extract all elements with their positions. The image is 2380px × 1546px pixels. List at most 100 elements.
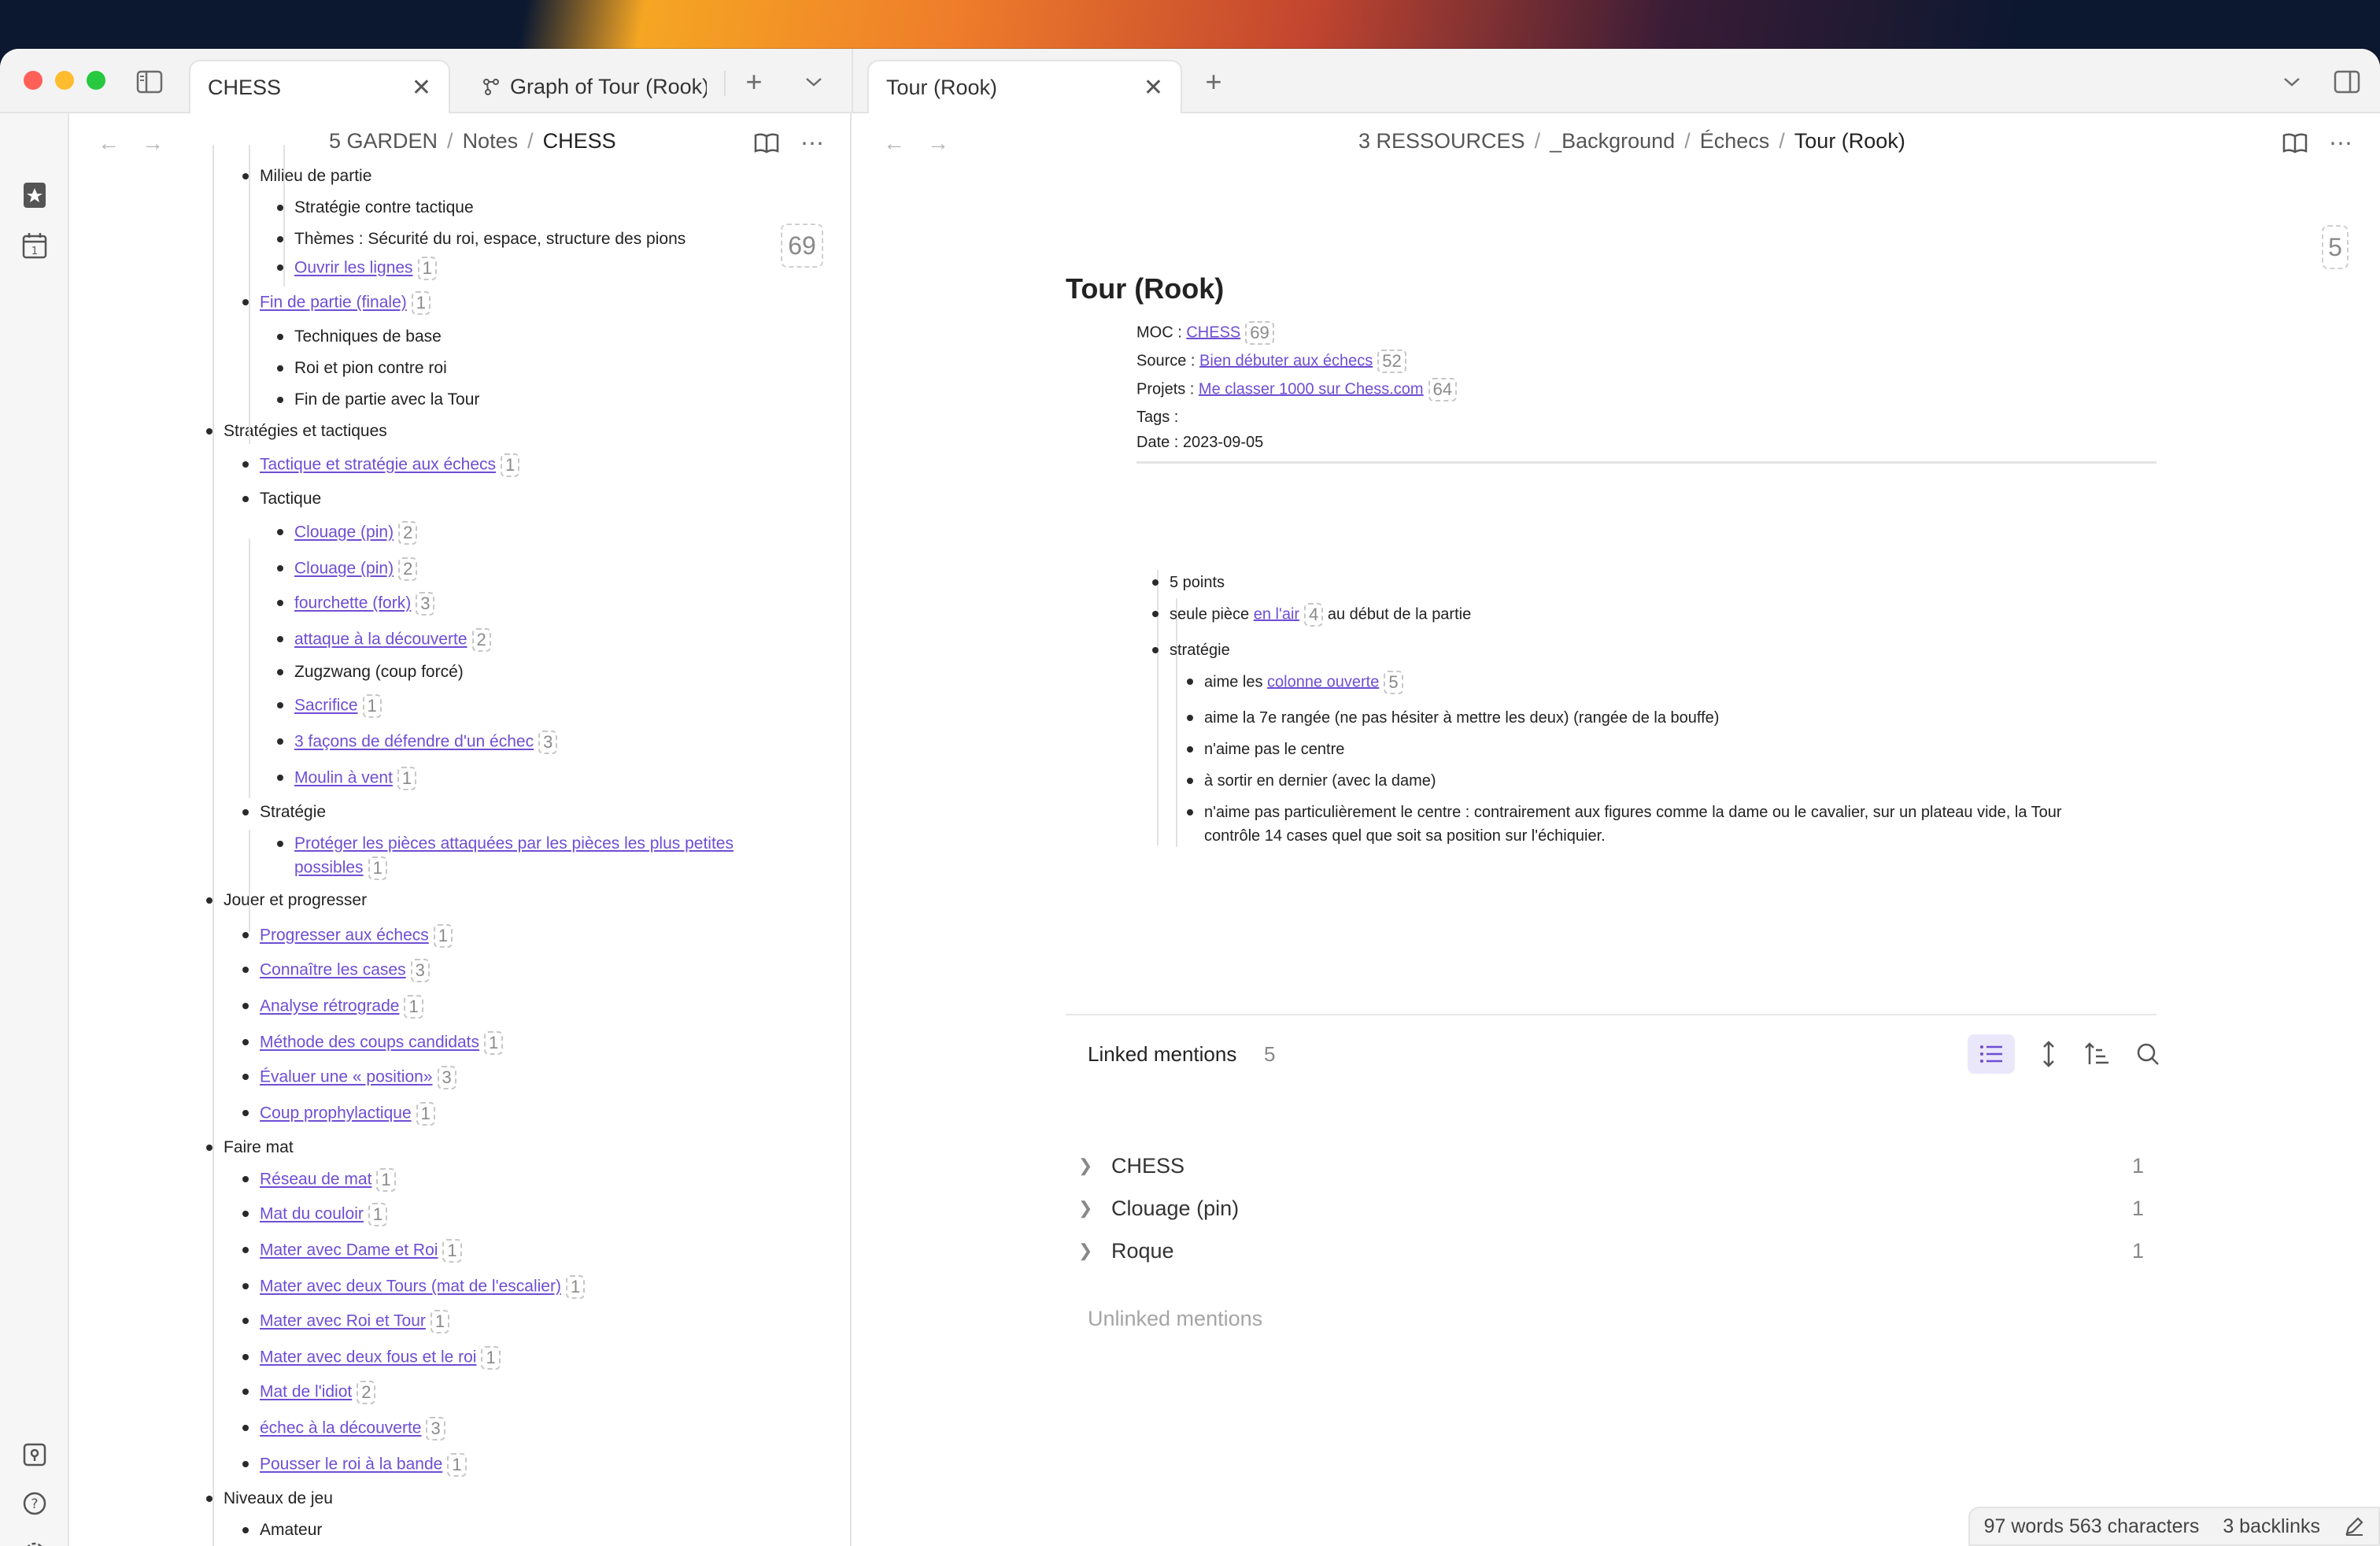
outline-link-item[interactable]: échec à la découverte 3 — [260, 1417, 445, 1441]
outline-link-item[interactable]: Clouage (pin) 2 — [294, 557, 418, 581]
starred-notes-icon[interactable] — [17, 178, 52, 213]
linked-mention-item[interactable]: ❯ Clouage (pin) 1 — [1078, 1196, 2156, 1228]
internal-link[interactable]: 3 façons de défendre d'un échec — [294, 733, 534, 751]
internal-link[interactable]: Mat du couloir — [260, 1205, 364, 1223]
chevron-right-icon[interactable]: ❯ — [1078, 1156, 1092, 1176]
linked-mention-item[interactable]: ❯ Roque 1 — [1078, 1239, 2156, 1270]
outline-link-item[interactable]: Analyse rétrograde 1 — [260, 995, 423, 1019]
chevron-down-icon[interactable] — [2276, 66, 2308, 98]
internal-link[interactable]: Sacrifice — [294, 697, 358, 715]
internal-link[interactable]: Clouage (pin) — [294, 560, 394, 578]
zoom-window-button[interactable] — [87, 71, 105, 90]
internal-link[interactable]: Pousser le roi à la bande — [260, 1455, 442, 1474]
outline-link-item[interactable]: Connaître les cases 3 — [260, 959, 430, 982]
internal-link[interactable]: Fin de partie (finale) — [260, 294, 407, 312]
internal-link[interactable]: Mater avec Roi et Tour — [260, 1312, 426, 1330]
internal-link[interactable]: fourchette (fork) — [294, 594, 411, 612]
linked-mention-item[interactable]: ❯ CHESS 1 — [1078, 1154, 2156, 1185]
internal-link[interactable]: Évaluer une « position» — [260, 1068, 433, 1086]
breadcrumb-item[interactable]: Notes — [463, 129, 519, 153]
internal-link[interactable]: Progresser aux échecs — [260, 926, 429, 945]
collapse-results-list-icon[interactable] — [1968, 1034, 2015, 1074]
chevron-right-icon[interactable]: ❯ — [1078, 1198, 1092, 1219]
source-link[interactable]: Bien débuter aux échecs — [1199, 352, 1373, 369]
colonne-ouverte-link[interactable]: colonne ouverte — [1267, 673, 1379, 690]
outline-link-item[interactable]: Pousser le roi à la bande 1 — [260, 1453, 467, 1477]
tab-chess[interactable]: CHESS ✕ — [189, 60, 450, 113]
more-options-icon[interactable]: ⋯ — [798, 129, 826, 157]
new-tab-icon[interactable]: + — [1198, 65, 1229, 98]
internal-link[interactable]: Tactique et stratégie aux échecs — [260, 456, 496, 474]
internal-link[interactable]: Mater avec Dame et Roi — [260, 1241, 438, 1259]
internal-link[interactable]: possibles — [294, 859, 364, 877]
outline-link-item[interactable]: Réseau de mat 1 — [260, 1168, 396, 1192]
reading-view-icon[interactable] — [752, 129, 781, 157]
chevron-down-icon[interactable] — [798, 66, 830, 98]
breadcrumb-item[interactable]: Tour (Rook) — [1794, 129, 1905, 153]
internal-link[interactable]: échec à la découverte — [260, 1419, 421, 1437]
back-arrow-icon[interactable]: ← — [98, 131, 120, 156]
outline-link-item[interactable]: Méthode des coups candidats 1 — [260, 1031, 504, 1055]
breadcrumb-item[interactable]: Échecs — [1700, 129, 1770, 153]
outline-link-item[interactable]: Sacrifice 1 — [294, 694, 382, 718]
forward-arrow-icon[interactable]: → — [142, 131, 164, 156]
outline-link-item[interactable]: Protéger les pièces attaquées par les pi… — [294, 833, 734, 855]
breadcrumb-item[interactable]: CHESS — [543, 129, 616, 153]
internal-link[interactable]: Ouvrir les lignes — [294, 259, 413, 277]
sidebar-toggle-icon[interactable] — [132, 65, 167, 99]
forward-arrow-icon[interactable]: → — [927, 131, 949, 156]
internal-link[interactable]: Analyse rétrograde — [260, 997, 399, 1015]
tab-tour-rook[interactable]: Tour (Rook) ✕ — [867, 60, 1182, 113]
internal-link[interactable]: Mater avec deux Tours (mat de l'escalier… — [260, 1278, 561, 1296]
right-sidebar-toggle-icon[interactable] — [2330, 65, 2364, 99]
outline-link-item[interactable]: Mat du couloir 1 — [260, 1203, 388, 1226]
outline-link-item[interactable]: Progresser aux échecs 1 — [260, 924, 453, 948]
outline-link-item[interactable]: Mater avec deux Tours (mat de l'escalier… — [260, 1275, 586, 1299]
close-tab-icon[interactable]: ✕ — [1144, 74, 1163, 102]
breadcrumb-item[interactable]: _Background — [1550, 129, 1675, 153]
moc-link[interactable]: CHESS — [1186, 324, 1240, 341]
projets-link[interactable]: Me classer 1000 sur Chess.com — [1199, 380, 1424, 398]
outline-link-item[interactable]: fourchette (fork) 3 — [294, 592, 435, 616]
outline-link-item[interactable]: Mat de l'idiot 2 — [260, 1381, 376, 1404]
outline-link-item[interactable]: Fin de partie (finale) 1 — [260, 291, 431, 315]
new-tab-icon[interactable]: + — [738, 65, 770, 98]
outline-link-item[interactable]: attaque à la découverte 2 — [294, 628, 491, 652]
calendar-icon[interactable]: 1 — [17, 228, 52, 263]
back-arrow-icon[interactable]: ← — [883, 131, 905, 156]
close-tab-icon[interactable]: ✕ — [412, 74, 431, 102]
sort-order-icon[interactable] — [2078, 1034, 2117, 1074]
internal-link[interactable]: Mat de l'idiot — [260, 1383, 352, 1401]
reading-view-icon[interactable] — [2281, 129, 2309, 157]
breadcrumb-item[interactable]: 3 RESSOURCES — [1358, 129, 1525, 153]
breadcrumb-item[interactable]: 5 GARDEN — [329, 129, 438, 153]
settings-gear-icon[interactable] — [17, 1535, 52, 1546]
search-icon[interactable] — [2128, 1034, 2168, 1074]
help-icon[interactable]: ? — [17, 1486, 52, 1521]
internal-link[interactable]: Clouage (pin) — [294, 523, 394, 542]
edit-pencil-icon[interactable] — [2344, 1516, 2364, 1537]
outline-link-item[interactable]: Coup prophylactique 1 — [260, 1102, 435, 1126]
internal-link[interactable]: Connaître les cases — [260, 961, 406, 979]
unlinked-mentions-title[interactable]: Unlinked mentions — [1088, 1307, 1262, 1331]
internal-link[interactable]: Réseau de mat — [260, 1171, 371, 1189]
internal-link[interactable]: Mater avec deux fous et le roi — [260, 1348, 476, 1367]
outline-link-item[interactable]: Mater avec Roi et Tour 1 — [260, 1310, 450, 1333]
vault-switch-icon[interactable] — [17, 1437, 52, 1472]
show-more-context-icon[interactable] — [2029, 1034, 2068, 1074]
chevron-right-icon[interactable]: ❯ — [1078, 1241, 1092, 1261]
outline-link-item[interactable]: Mater avec Dame et Roi 1 — [260, 1239, 462, 1263]
close-window-button[interactable] — [24, 71, 42, 90]
backlinks-count[interactable]: 3 backlinks — [2223, 1515, 2320, 1538]
internal-link[interactable]: Protéger les pièces attaquées par les pi… — [294, 834, 734, 853]
internal-link[interactable]: Méthode des coups candidats — [260, 1034, 479, 1052]
outline-link-item[interactable]: 3 façons de défendre d'un échec 3 — [294, 730, 558, 754]
outline-link-item[interactable]: Mater avec deux fous et le roi 1 — [260, 1346, 501, 1370]
minimize-window-button[interactable] — [55, 71, 74, 90]
outline-link-item[interactable]: Évaluer une « position» 3 — [260, 1066, 456, 1089]
en-lair-link[interactable]: en l'air — [1254, 605, 1299, 623]
outline-link-item[interactable]: possibles 1 — [294, 856, 387, 880]
outline-link-item[interactable]: Moulin à vent 1 — [294, 767, 417, 790]
outline-link-item[interactable]: Ouvrir les lignes 1 — [294, 257, 437, 280]
outline-link-item[interactable]: Tactique et stratégie aux échecs 1 — [260, 453, 520, 477]
